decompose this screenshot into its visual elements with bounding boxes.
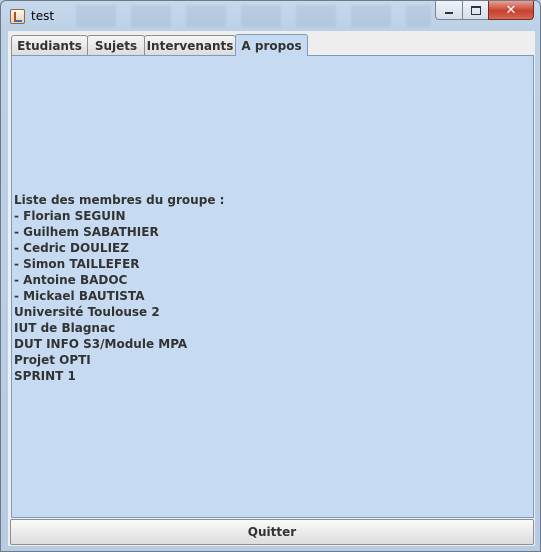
maximize-button[interactable] bbox=[462, 1, 488, 20]
member-line: - Florian SEGUIN bbox=[14, 209, 126, 223]
sprint-line: SPRINT 1 bbox=[14, 369, 76, 383]
quit-button[interactable]: Quitter bbox=[10, 519, 534, 545]
title-bar[interactable]: test ✕ bbox=[1, 1, 540, 31]
content-pane: Etudiants Sujets Intervenants A propos L… bbox=[8, 31, 535, 546]
close-button[interactable]: ✕ bbox=[488, 1, 534, 20]
tab-etudiants[interactable]: Etudiants bbox=[11, 35, 88, 55]
institute-line: IUT de Blagnac bbox=[14, 321, 116, 335]
maximize-icon bbox=[470, 5, 481, 15]
university-line: Université Toulouse 2 bbox=[14, 305, 160, 319]
member-line: - Mickael BAUTISTA bbox=[14, 289, 145, 303]
tab-panel-a-propos: Liste des membres du groupe : - Florian … bbox=[11, 55, 534, 518]
course-line: DUT INFO S3/Module MPA bbox=[14, 337, 188, 351]
about-text: Liste des membres du groupe : - Florian … bbox=[14, 192, 224, 384]
project-line: Projet OPTI bbox=[14, 353, 91, 367]
member-line: - Antoine BADOC bbox=[14, 273, 128, 287]
member-line: - Cedric DOULIEZ bbox=[14, 241, 129, 255]
app-window: test ✕ Etudiants Sujets Intervenants A p… bbox=[0, 0, 541, 552]
tab-sujets[interactable]: Sujets bbox=[87, 35, 145, 55]
window-controls: ✕ bbox=[435, 1, 534, 21]
blurred-background-text bbox=[76, 5, 431, 27]
member-line: - Simon TAILLEFER bbox=[14, 257, 140, 271]
about-heading: Liste des membres du groupe : bbox=[14, 193, 225, 207]
minimize-icon bbox=[445, 12, 453, 14]
minimize-button[interactable] bbox=[435, 1, 462, 20]
close-icon: ✕ bbox=[505, 2, 517, 18]
tab-intervenants[interactable]: Intervenants bbox=[144, 35, 236, 55]
tab-a-propos[interactable]: A propos bbox=[235, 34, 308, 56]
window-title: test bbox=[31, 9, 55, 23]
member-line: - Guilhem SABATHIER bbox=[14, 225, 159, 239]
java-app-icon[interactable] bbox=[10, 9, 25, 24]
